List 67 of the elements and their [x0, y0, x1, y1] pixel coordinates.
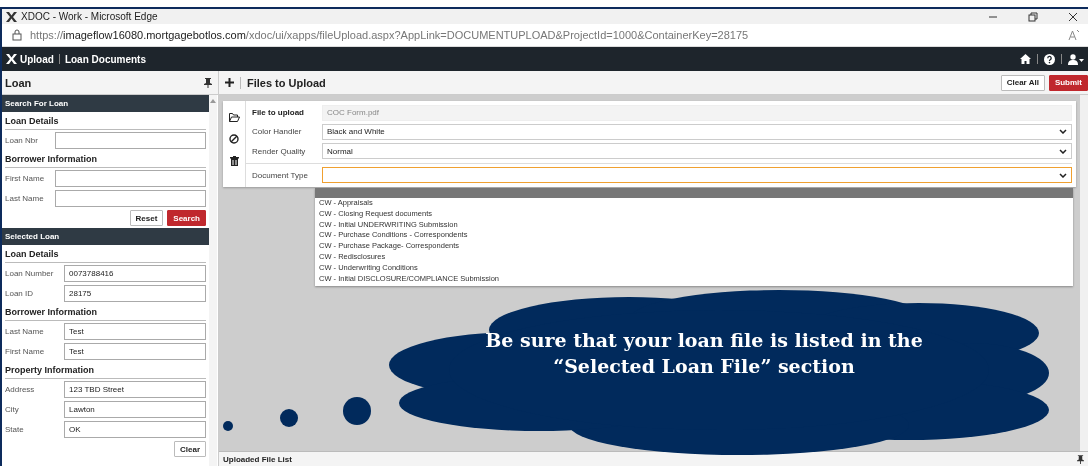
field-label: Loan Nbr — [5, 135, 39, 145]
input-field[interactable]: Test — [64, 322, 206, 340]
clear-all-button[interactable]: Clear All — [1000, 74, 1045, 91]
panel-title: Files to Upload — [247, 76, 326, 89]
select-field[interactable] — [322, 167, 1072, 184]
file-name-field[interactable]: COC Form.pdf — [322, 104, 1072, 121]
panel-title: Uploaded File List — [223, 454, 292, 464]
module-title: Upload — [20, 53, 54, 65]
help-icon[interactable] — [1044, 53, 1055, 65]
group-title: Property Information — [5, 361, 206, 379]
close-icon[interactable] — [1068, 11, 1078, 22]
home-icon[interactable] — [1020, 54, 1031, 64]
input-field[interactable]: 0073788416 — [64, 264, 206, 282]
action-button[interactable]: Reset — [129, 210, 164, 226]
callout-text: Be sure that your loan file is listed in the “Selected Loan File” section — [484, 328, 924, 379]
select-field[interactable]: Black and White — [322, 123, 1072, 140]
input-field[interactable]: 28175 — [64, 284, 206, 302]
input-field[interactable]: Lawton — [64, 400, 206, 418]
group-title: Loan Details — [5, 245, 206, 263]
window-title: XDOC - Work - Microsoft Edge — [21, 11, 158, 22]
scroll-up-icon[interactable] — [210, 99, 216, 103]
chevron-down-icon — [1059, 148, 1067, 154]
field-label: First Name — [5, 346, 46, 356]
chevron-down-icon — [1059, 172, 1067, 178]
field-label: Loan ID — [5, 288, 35, 298]
field-label: Color Handler — [251, 127, 303, 137]
read-aloud-icon[interactable] — [1068, 29, 1080, 41]
field-label: Last Name — [5, 193, 45, 203]
input-field[interactable]: OK — [64, 420, 206, 438]
address-url[interactable]: https://imageflow16080.mortgagebotlos.com/xdoc/ui/xapps/fileUpload.aspx?AppLink=DOCUMENTUPLOAD&ProjectId=1000&ContainerKey=28175 — [30, 29, 749, 41]
search-button[interactable]: Search — [167, 210, 206, 226]
group-title: Borrower Information — [5, 303, 206, 321]
input-field[interactable] — [55, 189, 206, 207]
cancel-icon[interactable] — [229, 134, 239, 144]
field-label: Render Quality — [251, 146, 307, 156]
input-field[interactable]: Test — [64, 342, 206, 360]
chevron-down-icon — [1059, 129, 1067, 135]
section-header: Search For Loan — [2, 95, 209, 112]
group-title: Borrower Information — [5, 150, 206, 168]
submit-button[interactable]: Submit — [1048, 74, 1088, 91]
input-field[interactable] — [55, 169, 206, 187]
field-label: State — [5, 424, 25, 434]
restore-icon[interactable] — [1028, 11, 1038, 22]
trash-icon[interactable] — [229, 156, 239, 166]
lock-icon — [12, 29, 22, 41]
page-title: Loan Documents — [64, 53, 146, 65]
select-field[interactable]: Normal — [322, 143, 1072, 160]
field-label: Document Type — [251, 170, 309, 180]
section-header: Selected Loan — [2, 228, 209, 245]
field-label: Last Name — [5, 326, 45, 336]
folder-icon[interactable] — [228, 113, 240, 122]
group-title: Loan Details — [5, 112, 206, 130]
field-label: File to upload — [251, 108, 305, 118]
app-logo-icon — [6, 54, 17, 64]
app-logo-icon — [6, 11, 17, 22]
field-label: City — [5, 404, 20, 414]
field-label: Loan Number — [5, 268, 55, 278]
panel-title: Loan — [5, 76, 32, 89]
pin-icon[interactable] — [1077, 454, 1084, 464]
field-label: Address — [5, 384, 36, 394]
input-field[interactable]: 123 TBD Street — [64, 380, 206, 398]
field-label: First Name — [5, 173, 46, 183]
add-icon[interactable] — [225, 78, 234, 87]
pin-icon[interactable] — [204, 77, 212, 88]
user-menu-icon[interactable] — [1068, 53, 1084, 65]
input-field[interactable] — [55, 131, 206, 149]
action-button[interactable]: Clear — [174, 441, 206, 457]
